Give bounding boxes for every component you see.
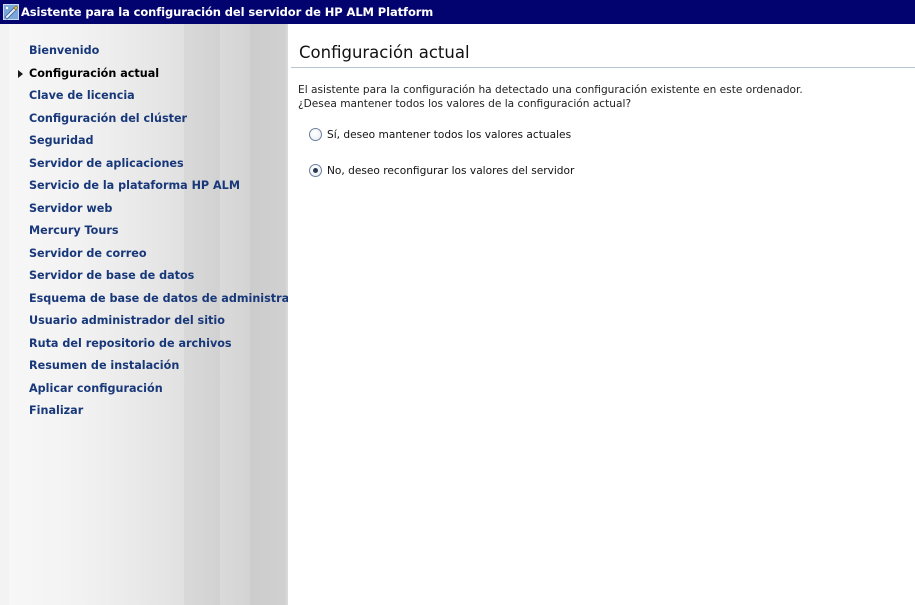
step-configuracion-del-cluster[interactable]: Configuración del clúster (9, 108, 288, 131)
step-label: Servidor de aplicaciones (29, 156, 184, 170)
page-title: Configuración actual (299, 43, 470, 62)
window-left-edge (0, 24, 9, 605)
option-reconfigure[interactable]: No, deseo reconfigurar los valores del s… (309, 164, 574, 177)
step-bienvenido[interactable]: Bienvenido (9, 40, 288, 63)
intro-text: El asistente para la configuración ha de… (298, 83, 803, 111)
step-finalizar[interactable]: Finalizar (9, 400, 288, 423)
step-label: Configuración del clúster (29, 111, 188, 125)
intro-line-1: El asistente para la configuración ha de… (298, 84, 803, 96)
window-title: Asistente para la configuración del serv… (21, 5, 434, 19)
option-keep-values[interactable]: Sí, deseo mantener todos los valores act… (309, 128, 571, 141)
step-label: Servidor de base de datos (29, 269, 195, 282)
step-label: Ruta del repositorio de archivos (29, 336, 232, 350)
option-keep-values-label: Sí, deseo mantener todos los valores act… (327, 128, 572, 141)
wizard-step-sidebar: Bienvenido Configuración actual Clave de… (9, 24, 288, 605)
step-label: Mercury Tours (29, 224, 119, 237)
step-label: Servicio de la plataforma HP ALM (29, 179, 240, 192)
step-usuario-administrador[interactable]: Usuario administrador del sitio (9, 310, 288, 333)
radio-reconfigure[interactable] (309, 164, 322, 177)
radio-selected-dot (313, 168, 318, 173)
step-seguridad[interactable]: Seguridad (9, 130, 288, 153)
step-label: Seguridad (29, 134, 94, 147)
step-servidor-web[interactable]: Servidor web (9, 198, 288, 221)
title-bar[interactable]: Asistente para la configuración del serv… (0, 0, 915, 24)
main-panel: Configuración actual El asistente para l… (288, 24, 915, 605)
step-label: Resumen de instalación (29, 359, 180, 372)
step-label: Esquema de base de datos de administra (29, 291, 288, 305)
step-label: Aplicar configuración (29, 381, 163, 395)
step-aplicar-configuracion[interactable]: Aplicar configuración (9, 378, 288, 401)
wizard-icon (3, 4, 19, 20)
title-divider (291, 67, 915, 68)
step-resumen-de-instalacion[interactable]: Resumen de instalación (9, 355, 288, 378)
step-servidor-de-base-de-datos[interactable]: Servidor de base de datos (9, 265, 288, 288)
step-label: Usuario administrador del sitio (29, 314, 225, 327)
step-servidor-de-aplicaciones[interactable]: Servidor de aplicaciones (9, 153, 288, 176)
step-label: Servidor de correo (29, 246, 147, 260)
step-label: Configuración actual (29, 66, 160, 80)
step-clave-de-licencia[interactable]: Clave de licencia (9, 85, 288, 108)
step-label: Bienvenido (29, 44, 100, 57)
step-label: Servidor web (29, 201, 113, 215)
step-servicio-plataforma-hp-alm[interactable]: Servicio de la plataforma HP ALM (9, 175, 288, 198)
wizard-step-list: Bienvenido Configuración actual Clave de… (9, 40, 288, 423)
step-label: Finalizar (29, 404, 84, 417)
wizard-window: Asistente para la configuración del serv… (0, 0, 915, 605)
step-esquema-base-de-datos[interactable]: Esquema de base de datos de administra (9, 288, 288, 311)
step-servidor-de-correo[interactable]: Servidor de correo (9, 243, 288, 266)
option-reconfigure-label: No, deseo reconfigurar los valores del s… (327, 164, 575, 177)
step-label: Clave de licencia (29, 89, 135, 102)
triangle-right-icon (18, 69, 23, 78)
step-configuracion-actual[interactable]: Configuración actual (9, 63, 288, 86)
step-mercury-tours[interactable]: Mercury Tours (9, 220, 288, 243)
intro-line-2: ¿Desea mantener todos los valores de la … (298, 98, 632, 110)
step-ruta-del-repositorio[interactable]: Ruta del repositorio de archivos (9, 333, 288, 356)
radio-keep-values[interactable] (309, 128, 322, 141)
